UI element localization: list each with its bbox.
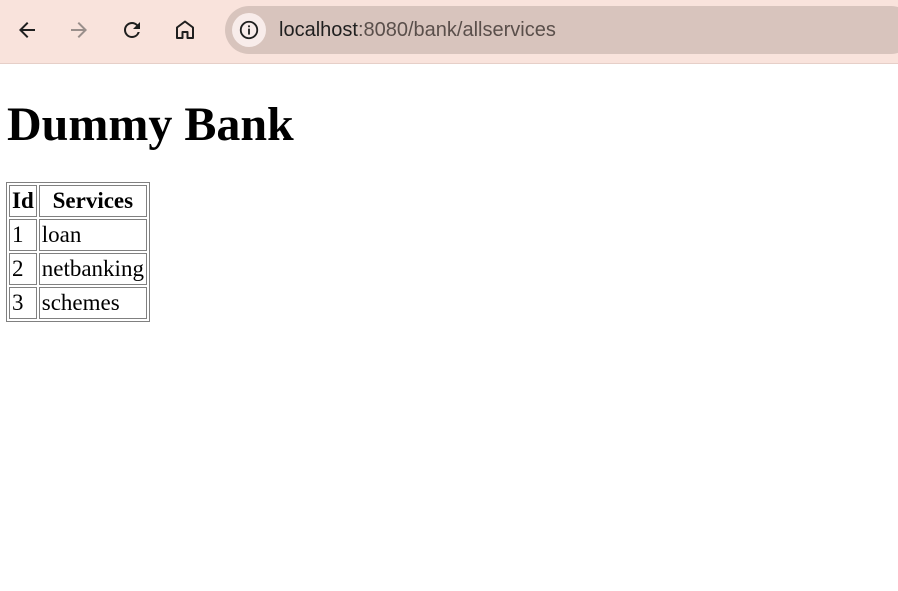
home-button[interactable]	[167, 12, 203, 48]
table-row: 2 netbanking	[9, 253, 147, 285]
reload-icon	[124, 22, 140, 38]
info-icon	[239, 20, 259, 40]
site-info-button[interactable]	[232, 13, 266, 47]
services-table: Id Services 1 loan 2 netbanking 3 scheme…	[6, 182, 150, 322]
cell-id: 1	[9, 219, 37, 251]
address-bar[interactable]: localhost:8080/bank/allservices	[225, 6, 898, 54]
table-row: 3 schemes	[9, 287, 147, 319]
back-button[interactable]	[9, 12, 45, 48]
column-header-services: Services	[38, 185, 147, 217]
table-row: 1 loan	[9, 219, 147, 251]
page-title: Dummy Bank	[7, 98, 294, 151]
cell-service: netbanking	[38, 253, 147, 285]
forward-button[interactable]	[61, 12, 97, 48]
url-host: localhost	[279, 19, 358, 41]
cell-service: loan	[38, 219, 147, 251]
cell-id: 3	[9, 287, 37, 319]
browser-toolbar: localhost:8080/bank/allservices	[0, 0, 898, 64]
url-path: :8080/bank/allservices	[357, 19, 556, 41]
table-header-row: Id Services	[9, 185, 147, 217]
column-header-id: Id	[9, 185, 37, 217]
reload-button[interactable]	[114, 12, 150, 48]
back-arrow-icon	[19, 22, 35, 38]
cell-service: schemes	[38, 287, 147, 319]
page-content: Dummy Bank Id Services 1 loan 2 netbanki…	[0, 65, 898, 591]
cell-id: 2	[9, 253, 37, 285]
home-icon	[176, 20, 194, 39]
url-text[interactable]: localhost:8080/bank/allservices	[279, 6, 556, 54]
forward-arrow-icon	[71, 22, 87, 38]
